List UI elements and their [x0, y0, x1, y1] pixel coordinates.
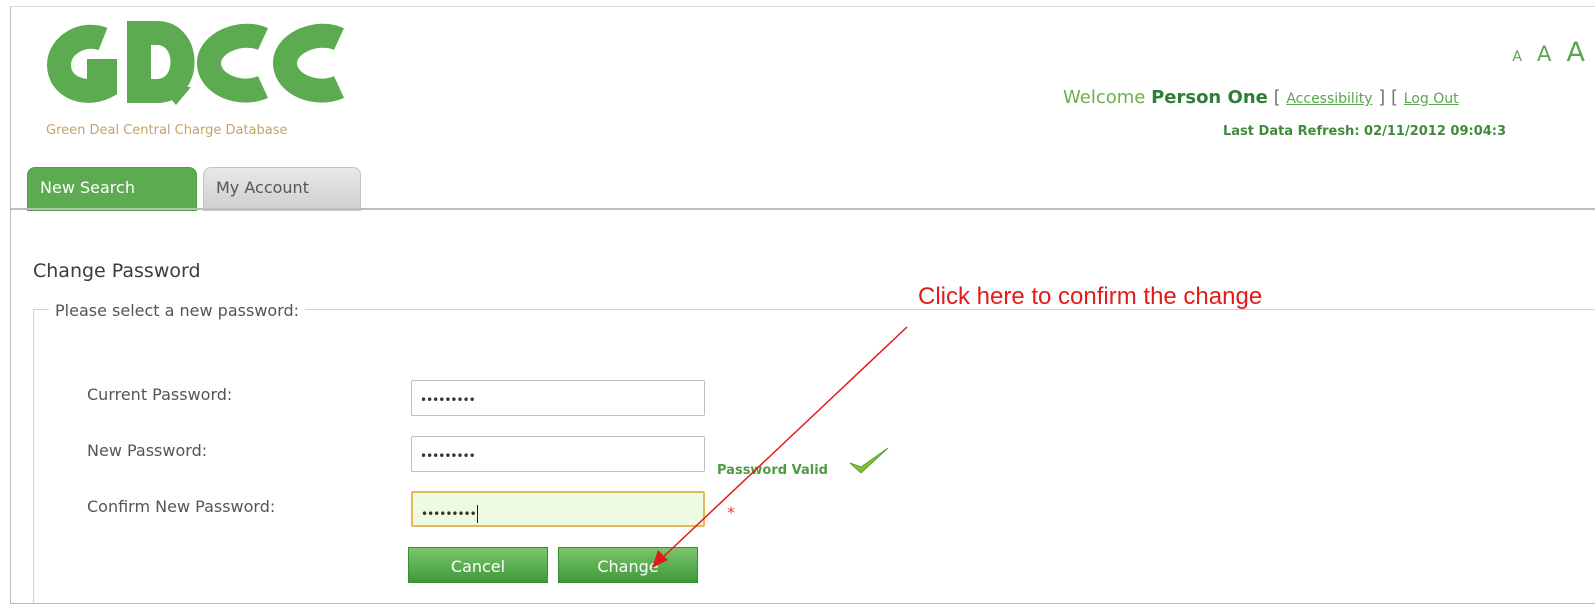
logout-link[interactable]: Log Out — [1404, 91, 1459, 107]
fieldset-legend: Please select a new password: — [49, 301, 306, 320]
font-size-controls: A A A — [1502, 37, 1585, 68]
change-button[interactable]: Change — [558, 547, 698, 583]
password-fieldset — [33, 309, 1595, 603]
current-password-input[interactable]: ••••••••• — [411, 380, 705, 416]
last-refresh-text: Last Data Refresh: 02/11/2012 09:04:3 — [1223, 124, 1507, 139]
font-size-medium-button[interactable]: A — [1537, 42, 1551, 66]
password-valid-message: Password Valid — [717, 463, 828, 478]
welcome-text: Welcome — [1063, 87, 1146, 108]
confirm-password-value: ••••••••• — [421, 507, 477, 521]
confirm-password-input[interactable]: ••••••••• — [411, 491, 705, 527]
new-password-label: New Password: — [87, 441, 208, 460]
page-title: Change Password — [33, 260, 201, 282]
tab-new-search[interactable]: New Search — [27, 167, 197, 211]
confirm-password-label: Confirm New Password: — [87, 497, 276, 516]
logo-subtitle: Green Deal Central Charge Database — [46, 123, 288, 138]
annotation-callout: Click here to confirm the change — [918, 283, 1263, 310]
tab-my-account[interactable]: My Account — [203, 167, 361, 211]
checkmark-icon — [849, 447, 889, 474]
current-password-label: Current Password: — [87, 385, 233, 404]
required-marker: * — [727, 503, 735, 522]
new-password-input[interactable]: ••••••••• — [411, 436, 705, 472]
font-size-large-button[interactable]: A — [1567, 37, 1585, 68]
text-caret — [476, 505, 478, 523]
tab-divider — [11, 208, 1595, 210]
gdcc-logo — [46, 21, 344, 105]
font-size-small-button[interactable]: A — [1512, 49, 1522, 65]
welcome-bar: Welcome Person One [ Accessibility ] [ L… — [1063, 87, 1459, 108]
accessibility-link[interactable]: Accessibility — [1286, 91, 1372, 107]
app-frame: Green Deal Central Charge Database A A A… — [10, 6, 1595, 604]
user-name: Person One — [1151, 87, 1268, 108]
cancel-button[interactable]: Cancel — [408, 547, 548, 583]
